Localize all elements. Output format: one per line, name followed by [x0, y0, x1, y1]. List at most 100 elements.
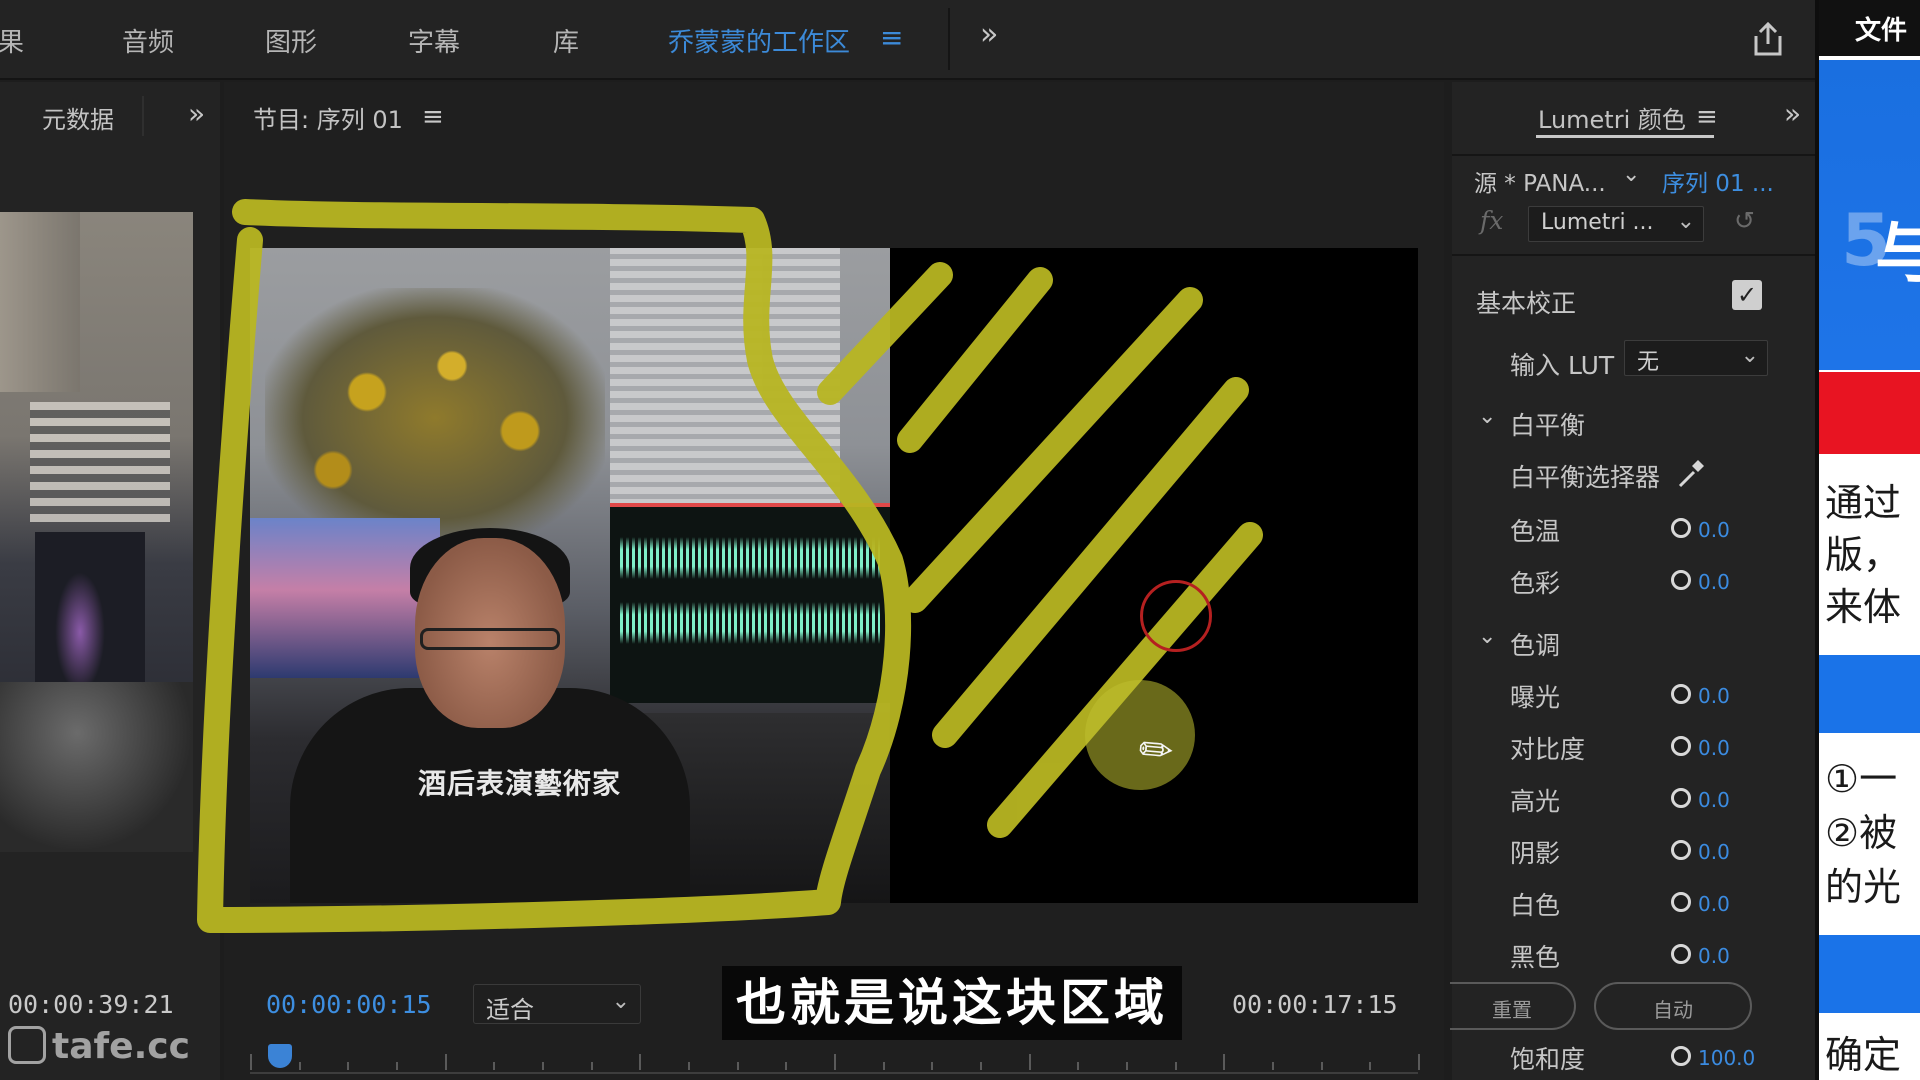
chevron-down-icon[interactable]: ⌄ — [1622, 162, 1640, 187]
chevron-down-icon[interactable]: ⌄ — [1478, 624, 1496, 649]
temperature-value[interactable]: 0.0 — [1698, 518, 1730, 542]
ruler-tick — [542, 1062, 544, 1070]
saturation-slider-knob[interactable] — [1671, 1046, 1691, 1066]
tone-header[interactable]: 色调 — [1510, 626, 1560, 662]
program-monitor-title[interactable]: 节目: 序列 01 — [253, 100, 403, 135]
chevron-down-icon[interactable]: ⌄ — [1478, 404, 1496, 429]
auto-button-label: 自动 — [1653, 998, 1693, 1022]
document-window: 文件 5 与 通过 版， 来体 ①一 ②被 的光 确定 — [1819, 0, 1920, 1080]
watermark: tafe.cc — [8, 1026, 190, 1067]
input-lut-label: 输入 LUT — [1510, 351, 1615, 380]
sequence-clip-label[interactable]: 序列 01 ... — [1662, 164, 1774, 198]
ruler-tick — [834, 1054, 836, 1070]
exposure-slider-knob[interactable] — [1671, 684, 1691, 704]
shadows-value[interactable]: 0.0 — [1698, 840, 1730, 864]
ruler-tick — [931, 1062, 933, 1070]
lumetri-header-divider — [1452, 154, 1815, 156]
exposure-value[interactable]: 0.0 — [1698, 684, 1730, 708]
document-line: 确定 — [1825, 1033, 1902, 1077]
tab-audio[interactable]: 音频 — [122, 22, 174, 59]
auto-button[interactable]: 自动 — [1594, 982, 1752, 1030]
shadows-slider-knob[interactable] — [1671, 840, 1691, 860]
basic-correction-checkbox[interactable]: ✓ — [1732, 280, 1762, 310]
white-balance-header[interactable]: 白平衡 — [1510, 406, 1585, 442]
video-frame — [250, 248, 890, 903]
effect-instance-select[interactable]: Lumetri ... ⌄ — [1528, 206, 1704, 242]
blacks-label: 黑色 — [1510, 943, 1561, 972]
lumetri-menu-icon[interactable]: ≡ — [1696, 104, 1718, 130]
saturation-value[interactable]: 100.0 — [1698, 1046, 1755, 1070]
ruler-tick — [1418, 1054, 1420, 1070]
program-monitor-menu-icon[interactable]: ≡ — [422, 104, 444, 130]
blacks-slider-knob[interactable] — [1671, 944, 1691, 964]
reset-effect-icon[interactable]: ↺ — [1734, 206, 1755, 235]
ruler-tick — [250, 1054, 252, 1070]
document-file-menu[interactable]: 文件 — [1855, 10, 1907, 47]
tint-label: 色彩 — [1510, 569, 1561, 598]
blacks-value[interactable]: 0.0 — [1698, 944, 1730, 968]
shirt-print-text: 酒后表演藝術家 — [418, 767, 622, 800]
ruler-tick — [591, 1062, 593, 1070]
contrast-slider-knob[interactable] — [1671, 736, 1691, 756]
playhead-handle[interactable] — [268, 1044, 292, 1068]
eyedropper-icon[interactable] — [1676, 456, 1708, 490]
ruler-tick — [347, 1062, 349, 1070]
exposure-label: 曝光 — [1510, 683, 1561, 712]
metadata-panel-title[interactable]: 元数据 — [42, 100, 114, 135]
ruler-tick — [883, 1062, 885, 1070]
saturation-label: 饱和度 — [1510, 1045, 1586, 1074]
source-clip-label[interactable]: 源 * PANA... — [1474, 164, 1606, 198]
highlights-value[interactable]: 0.0 — [1698, 788, 1730, 812]
ruler-tick — [1126, 1062, 1128, 1070]
whites-value[interactable]: 0.0 — [1698, 892, 1730, 916]
white-balance-picker-label: 白平衡选择器 — [1510, 463, 1661, 492]
fit-zoom-value: 适合 — [486, 996, 534, 1024]
contrast-value[interactable]: 0.0 — [1698, 736, 1730, 760]
tab-captions[interactable]: 字幕 — [408, 22, 460, 59]
share-icon[interactable] — [1750, 20, 1786, 58]
active-tab-indicator — [1536, 135, 1714, 138]
highlights-slider-knob[interactable] — [1671, 788, 1691, 808]
document-line: ①一 — [1825, 757, 1898, 801]
banner-character-glyph: 与 — [1875, 215, 1920, 292]
reset-button[interactable]: 重置 — [1450, 982, 1576, 1030]
panel-tab-divider — [142, 96, 144, 136]
workspace-bar: 果 音频 图形 字幕 库 乔蒙蒙的工作区 ≡ » — [0, 0, 1815, 80]
tab-graphics[interactable]: 图形 — [265, 22, 317, 59]
reset-button-label: 重置 — [1492, 998, 1532, 1022]
source-timecode[interactable]: 00:00:39:21 — [8, 990, 174, 1019]
temperature-label: 色温 — [1510, 517, 1561, 546]
contrast-label: 对比度 — [1510, 735, 1586, 764]
tab-libraries[interactable]: 库 — [553, 22, 579, 59]
document-line: ②被 — [1825, 811, 1898, 855]
input-lut-select[interactable]: 无 ⌄ — [1624, 340, 1768, 376]
left-panel-overflow-icon[interactable]: » — [188, 100, 205, 128]
lumetri-panel-title[interactable]: Lumetri 颜色 — [1538, 100, 1686, 135]
current-timecode[interactable]: 00:00:00:15 — [266, 990, 432, 1019]
timeline-ruler[interactable] — [250, 1045, 1420, 1080]
workspace-overflow-icon[interactable]: » — [980, 20, 998, 50]
document-line: 的光 — [1825, 865, 1902, 909]
tab-effects[interactable]: 果 — [0, 22, 24, 59]
tab-custom-workspace[interactable]: 乔蒙蒙的工作区 — [668, 22, 850, 59]
lumetri-overflow-icon[interactable]: » — [1784, 100, 1801, 128]
document-line: 版， — [1825, 533, 1902, 577]
document-line: 通过 — [1825, 481, 1902, 525]
document-blue-bar — [1819, 655, 1920, 733]
tint-value[interactable]: 0.0 — [1698, 570, 1730, 594]
temperature-slider-knob[interactable] — [1671, 518, 1691, 538]
program-viewer[interactable] — [250, 248, 1418, 903]
video-subtitle: 也就是说这块区域 — [722, 966, 1182, 1040]
ruler-tick — [1029, 1054, 1031, 1070]
basic-correction-header[interactable]: 基本校正 — [1476, 284, 1576, 320]
whites-label: 白色 — [1510, 891, 1561, 920]
document-line: 来体 — [1825, 585, 1902, 629]
effect-instance-value: Lumetri ... — [1541, 210, 1654, 235]
workspace-menu-icon[interactable]: ≡ — [880, 24, 903, 52]
fit-zoom-select[interactable]: 适合 ⌄ — [473, 984, 641, 1024]
ruler-tick — [396, 1062, 398, 1070]
tint-slider-knob[interactable] — [1671, 570, 1691, 590]
ruler-tick — [785, 1062, 787, 1070]
whites-slider-knob[interactable] — [1671, 892, 1691, 912]
document-blue-bar — [1819, 935, 1920, 1013]
